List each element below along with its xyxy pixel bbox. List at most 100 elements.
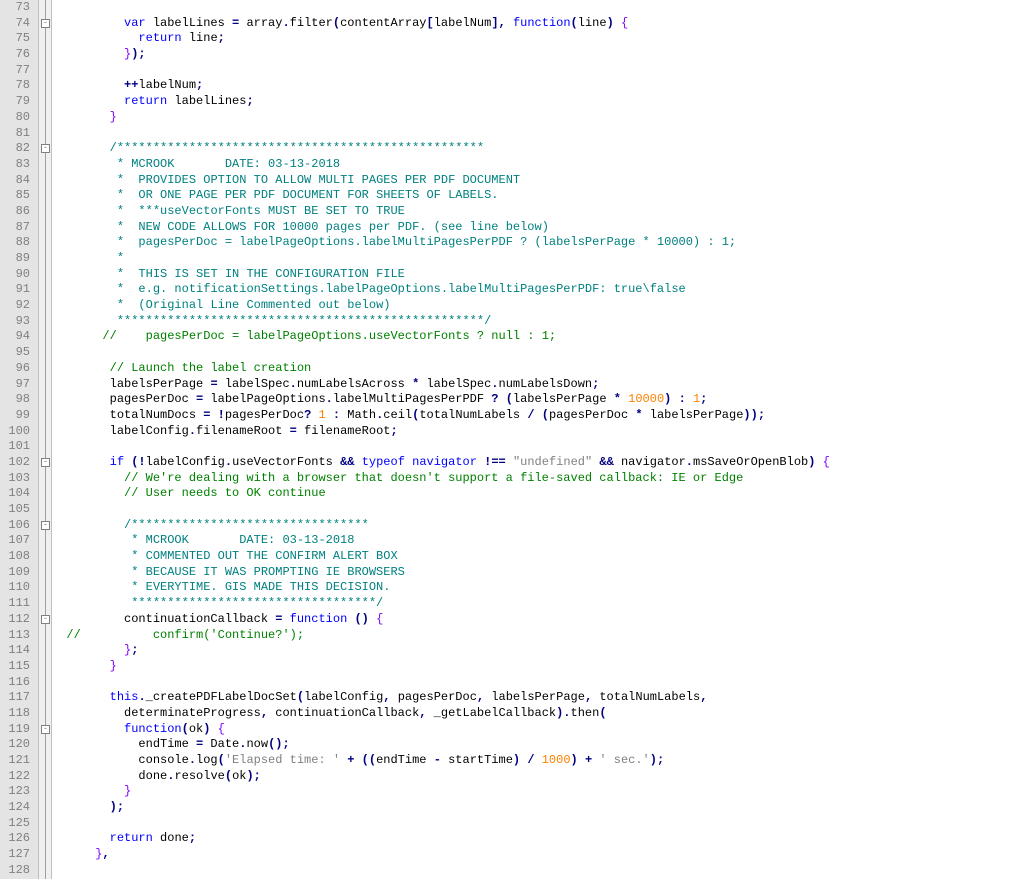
- line-number: 101: [0, 439, 34, 455]
- code-line[interactable]: return done;: [52, 831, 1013, 847]
- code-line[interactable]: function(ok) {: [52, 722, 1013, 738]
- line-number: 91: [0, 282, 34, 298]
- code-line[interactable]: * THIS IS SET IN THE CONFIGURATION FILE: [52, 267, 1013, 283]
- line-number: 75: [0, 31, 34, 47]
- code-line[interactable]: * MCROOK DATE: 03-13-2018: [52, 533, 1013, 549]
- code-line[interactable]: /*********************************: [52, 518, 1013, 534]
- code-line[interactable]: labelsPerPage = labelSpec.numLabelsAcros…: [52, 377, 1013, 393]
- code-line[interactable]: });: [52, 47, 1013, 63]
- code-line[interactable]: [52, 439, 1013, 455]
- fold-toggle[interactable]: -: [41, 144, 50, 153]
- line-number: 77: [0, 63, 34, 79]
- code-line[interactable]: }: [52, 659, 1013, 675]
- line-number: 95: [0, 345, 34, 361]
- line-number: 93: [0, 314, 34, 330]
- code-line[interactable]: * ***useVectorFonts MUST BE SET TO TRUE: [52, 204, 1013, 220]
- code-line[interactable]: return labelLines;: [52, 94, 1013, 110]
- line-number: 108: [0, 549, 34, 565]
- line-number: 115: [0, 659, 34, 675]
- code-line[interactable]: ****************************************…: [52, 314, 1013, 330]
- line-number: 105: [0, 502, 34, 518]
- line-number: 113: [0, 628, 34, 644]
- fold-toggle[interactable]: -: [41, 19, 50, 28]
- code-line[interactable]: pagesPerDoc = labelPageOptions.labelMult…: [52, 392, 1013, 408]
- code-line[interactable]: * COMMENTED OUT THE CONFIRM ALERT BOX: [52, 549, 1013, 565]
- line-number: 109: [0, 565, 34, 581]
- code-line[interactable]: * MCROOK DATE: 03-13-2018: [52, 157, 1013, 173]
- code-line[interactable]: continuationCallback = function () {: [52, 612, 1013, 628]
- code-line[interactable]: done.resolve(ok);: [52, 769, 1013, 785]
- code-line[interactable]: labelConfig.filenameRoot = filenameRoot;: [52, 424, 1013, 440]
- fold-guide-line: [45, 0, 46, 879]
- code-line[interactable]: endTime = Date.now();: [52, 737, 1013, 753]
- code-line[interactable]: /***************************************…: [52, 141, 1013, 157]
- line-number: 80: [0, 110, 34, 126]
- line-number: 127: [0, 847, 34, 863]
- code-line[interactable]: [52, 502, 1013, 518]
- code-line[interactable]: // confirm('Continue?');: [52, 628, 1013, 644]
- code-line[interactable]: // pagesPerDoc = labelPageOptions.useVec…: [52, 329, 1013, 345]
- code-line[interactable]: determinateProgress, continuationCallbac…: [52, 706, 1013, 722]
- line-number: 81: [0, 126, 34, 142]
- code-line[interactable]: this._createPDFLabelDocSet(labelConfig, …: [52, 690, 1013, 706]
- line-number: 114: [0, 643, 34, 659]
- line-number: 99: [0, 408, 34, 424]
- line-number: 90: [0, 267, 34, 283]
- line-number: 98: [0, 392, 34, 408]
- fold-toggle[interactable]: -: [41, 615, 50, 624]
- code-line[interactable]: * OR ONE PAGE PER PDF DOCUMENT FOR SHEET…: [52, 188, 1013, 204]
- line-number: 123: [0, 784, 34, 800]
- line-number: 82: [0, 141, 34, 157]
- code-line[interactable]: * EVERYTIME. GIS MADE THIS DECISION.: [52, 580, 1013, 596]
- line-number: 78: [0, 78, 34, 94]
- code-line[interactable]: * PROVIDES OPTION TO ALLOW MULTI PAGES P…: [52, 173, 1013, 189]
- code-line[interactable]: **********************************/: [52, 596, 1013, 612]
- code-line[interactable]: * (Original Line Commented out below): [52, 298, 1013, 314]
- code-line[interactable]: // User needs to OK continue: [52, 486, 1013, 502]
- line-number: 119: [0, 722, 34, 738]
- code-line[interactable]: }: [52, 784, 1013, 800]
- code-line[interactable]: if (!labelConfig.useVectorFonts && typeo…: [52, 455, 1013, 471]
- code-line[interactable]: // We're dealing with a browser that doe…: [52, 471, 1013, 487]
- code-line[interactable]: [52, 675, 1013, 691]
- line-number: 94: [0, 329, 34, 345]
- line-number: 84: [0, 173, 34, 189]
- line-number: 128: [0, 863, 34, 879]
- code-line[interactable]: );: [52, 800, 1013, 816]
- fold-toggle[interactable]: -: [41, 725, 50, 734]
- line-number: 110: [0, 580, 34, 596]
- code-line[interactable]: [52, 345, 1013, 361]
- code-line[interactable]: return line;: [52, 31, 1013, 47]
- code-line[interactable]: [52, 63, 1013, 79]
- line-number: 116: [0, 675, 34, 691]
- code-line[interactable]: * NEW CODE ALLOWS FOR 10000 pages per PD…: [52, 220, 1013, 236]
- line-number: 85: [0, 188, 34, 204]
- code-line[interactable]: },: [52, 847, 1013, 863]
- line-number: 120: [0, 737, 34, 753]
- line-number: 100: [0, 424, 34, 440]
- code-line[interactable]: }: [52, 110, 1013, 126]
- line-number: 122: [0, 769, 34, 785]
- code-line[interactable]: [52, 0, 1013, 16]
- line-number: 73: [0, 0, 34, 16]
- code-line[interactable]: var labelLines = array.filter(contentArr…: [52, 16, 1013, 32]
- code-line[interactable]: console.log('Elapsed time: ' + ((endTime…: [52, 753, 1013, 769]
- fold-toggle[interactable]: -: [41, 521, 50, 530]
- code-line[interactable]: // Launch the label creation: [52, 361, 1013, 377]
- code-line[interactable]: [52, 126, 1013, 142]
- code-line[interactable]: [52, 863, 1013, 879]
- code-line[interactable]: totalNumDocs = !pagesPerDoc? 1 : Math.ce…: [52, 408, 1013, 424]
- code-line[interactable]: * BECAUSE IT WAS PROMPTING IE BROWSERS: [52, 565, 1013, 581]
- line-number: 124: [0, 800, 34, 816]
- code-line[interactable]: * e.g. notificationSettings.labelPageOpt…: [52, 282, 1013, 298]
- code-area[interactable]: var labelLines = array.filter(contentArr…: [52, 0, 1013, 879]
- code-line[interactable]: * pagesPerDoc = labelPageOptions.labelMu…: [52, 235, 1013, 251]
- line-number: 86: [0, 204, 34, 220]
- fold-column[interactable]: - - - - - -: [38, 0, 52, 879]
- code-line[interactable]: *: [52, 251, 1013, 267]
- line-number: 118: [0, 706, 34, 722]
- code-line[interactable]: [52, 816, 1013, 832]
- fold-toggle[interactable]: -: [41, 458, 50, 467]
- code-line[interactable]: };: [52, 643, 1013, 659]
- code-line[interactable]: ++labelNum;: [52, 78, 1013, 94]
